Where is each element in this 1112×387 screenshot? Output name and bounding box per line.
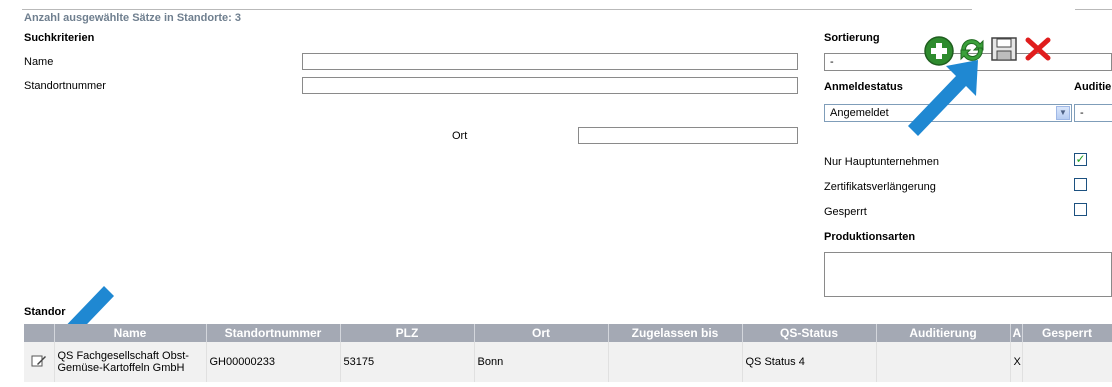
zertifikatsverlaengerung-checkbox[interactable] <box>1074 178 1087 191</box>
produktionsarten-list[interactable] <box>824 252 1112 297</box>
auditierung-heading: Auditie <box>1074 81 1112 93</box>
cell-zugelassen-bis <box>608 342 743 382</box>
save-icon[interactable] <box>990 36 1018 62</box>
column-header-edit <box>24 324 55 342</box>
column-header-zugelassen-bis[interactable]: Zugelassen bis <box>608 324 743 342</box>
cell-auditierung <box>876 342 1011 382</box>
column-header-plz[interactable]: PLZ <box>340 324 475 342</box>
nur-hauptunternehmen-label: Nur Hauptunternehmen <box>824 156 939 168</box>
auditierung-value: - <box>1080 107 1084 119</box>
column-header-auditierung[interactable]: Auditierung <box>876 324 1011 342</box>
gesperrt-checkbox[interactable] <box>1074 203 1087 216</box>
search-criteria-heading: Suchkriterien <box>24 32 95 44</box>
edit-icon[interactable] <box>31 354 47 368</box>
cell-ort: Bonn <box>474 342 609 382</box>
column-header-a[interactable]: A <box>1010 324 1023 342</box>
delete-icon[interactable] <box>1024 36 1052 62</box>
column-header-name[interactable]: Name <box>54 324 207 342</box>
produktionsarten-heading: Produktionsarten <box>824 231 916 243</box>
sortierung-value: - <box>830 56 834 68</box>
column-header-standortnummer[interactable]: Standortnummer <box>206 324 341 342</box>
zertifikatsverlaengerung-label: Zertifikatsverlängerung <box>824 181 936 193</box>
anmeldestatus-heading: Anmeldestatus <box>824 81 903 93</box>
chevron-down-icon[interactable]: ▼ <box>1056 106 1070 120</box>
standortnummer-input[interactable] <box>302 77 798 94</box>
nur-hauptunternehmen-checkbox[interactable]: ✓ <box>1074 153 1087 166</box>
table-header-row: Name Standortnummer PLZ Ort Zugelassen b… <box>24 324 1112 342</box>
annotation-arrow-toolbar <box>908 60 978 136</box>
cell-name: QS Fachgesellschaft Obst-Gemüse-Kartoffe… <box>54 342 207 382</box>
column-header-qs-status[interactable]: QS-Status <box>742 324 877 342</box>
standorte-section-label: Standor <box>24 306 66 318</box>
name-input[interactable] <box>302 53 798 70</box>
name-label: Name <box>24 56 54 68</box>
table-row: QS Fachgesellschaft Obst-Gemüse-Kartoffe… <box>24 342 1112 382</box>
anmeldestatus-value: Angemeldet <box>830 107 889 119</box>
top-divider <box>22 9 972 10</box>
selected-count-text: Anzahl ausgewählte Sätze in Standorte: 3 <box>24 12 241 24</box>
ort-label: Ort <box>452 130 468 142</box>
edit-cell <box>24 342 55 382</box>
cell-plz: 53175 <box>340 342 475 382</box>
cell-qs-status: QS Status 4 <box>742 342 877 382</box>
results-table: Name Standortnummer PLZ Ort Zugelassen b… <box>24 324 1112 382</box>
column-header-gesperrt[interactable]: Gesperrt <box>1022 324 1112 342</box>
column-header-ort[interactable]: Ort <box>474 324 609 342</box>
ort-input[interactable] <box>578 127 798 144</box>
cell-standortnummer: GH00000233 <box>206 342 341 382</box>
standortnummer-label: Standortnummer <box>24 80 106 92</box>
cell-a: X <box>1010 342 1023 382</box>
top-divider-right <box>1075 9 1112 10</box>
sortierung-heading: Sortierung <box>824 32 880 44</box>
auditierung-select[interactable]: - <box>1074 104 1112 122</box>
cell-gesperrt <box>1022 342 1112 382</box>
gesperrt-label: Gesperrt <box>824 206 867 218</box>
